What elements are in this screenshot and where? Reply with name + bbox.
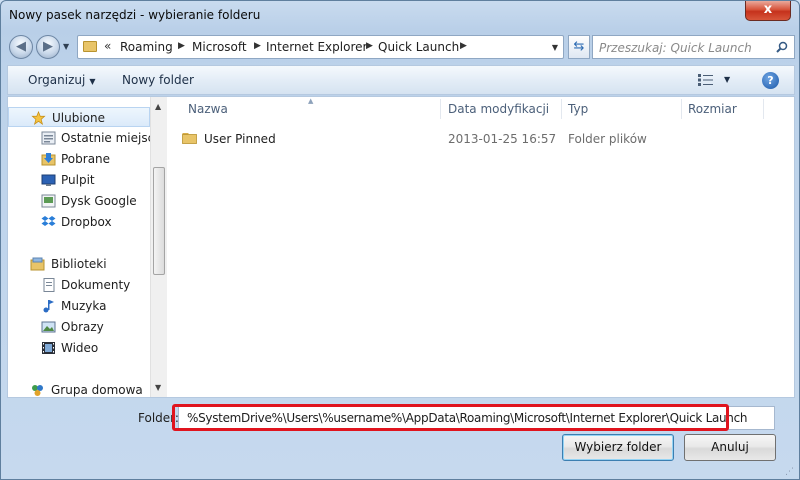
breadcrumb-internet-explorer[interactable]: Internet Explorer: [266, 40, 367, 54]
breadcrumb-quick-launch[interactable]: Quick Launch: [378, 40, 459, 54]
annotation-highlight: [172, 404, 729, 431]
back-button[interactable]: ◀: [9, 35, 33, 59]
column-header-type[interactable]: Typ: [568, 97, 588, 121]
libraries-icon: [30, 257, 45, 271]
select-folder-button[interactable]: Wybierz folder: [562, 434, 674, 461]
file-list: ▲ Nazwa Data modyfikacji Typ Rozmiar Use…: [168, 97, 794, 397]
nav-homegroup-label: Grupa domowa: [51, 383, 143, 397]
search-box[interactable]: Przeszukaj: Quick Launch: [592, 35, 795, 59]
resize-grip-icon[interactable]: ⋰: [785, 467, 794, 477]
video-icon: [42, 342, 55, 354]
back-arrow-icon: ◀: [16, 39, 26, 54]
folder-icon: [83, 41, 97, 52]
window-title: Nowy pasek narzędzi - wybieranie folderu: [9, 8, 261, 22]
close-button[interactable]: x: [745, 1, 791, 21]
desktop-icon: [41, 174, 56, 186]
nav-libraries[interactable]: Biblioteki: [8, 254, 150, 274]
chevron-down-icon[interactable]: ▼: [552, 43, 558, 52]
nav-item-pictures[interactable]: Obrazy: [8, 317, 150, 337]
chevron-down-icon: ▼: [89, 77, 96, 86]
refresh-icon: ⇆: [573, 39, 585, 54]
nav-item-dropbox[interactable]: Dropbox: [8, 212, 150, 232]
new-folder-button[interactable]: Nowy folder: [122, 73, 194, 87]
sort-ascending-icon: ▲: [308, 97, 314, 105]
scroll-up-icon[interactable]: ▲: [155, 102, 161, 111]
nav-item-google-drive[interactable]: Dysk Google: [8, 191, 150, 211]
column-divider[interactable]: [561, 99, 562, 119]
address-overflow[interactable]: «: [104, 39, 111, 53]
column-header-modified[interactable]: Data modyfikacji: [448, 97, 549, 121]
recent-pages-dropdown[interactable]: ▼: [63, 42, 69, 51]
title-bar: Nowy pasek narzędzi - wybieranie folderu…: [1, 1, 799, 31]
chevron-right-icon[interactable]: ▶: [366, 41, 373, 51]
search-icon[interactable]: [776, 41, 788, 53]
search-placeholder: Przeszukaj: Quick Launch: [599, 41, 752, 55]
nav-item-label: Muzyka: [61, 299, 107, 313]
nav-item-label: Pulpit: [61, 173, 95, 187]
cancel-button[interactable]: Anuluj: [684, 434, 776, 461]
nav-item-recent-places[interactable]: Ostatnie miejsca: [8, 128, 162, 148]
help-icon[interactable]: ?: [762, 72, 779, 89]
forward-arrow-icon: ▶: [43, 39, 53, 54]
homegroup-icon: [32, 385, 43, 396]
forward-button[interactable]: ▶: [36, 35, 60, 59]
downloads-icon: [41, 153, 56, 166]
scrollbar-thumb[interactable]: [153, 167, 165, 275]
command-bar: Organizuj ▼ Nowy folder ▼ ?: [7, 65, 795, 95]
column-divider[interactable]: [763, 99, 764, 119]
column-header-name[interactable]: Nazwa: [188, 97, 228, 121]
column-divider[interactable]: [440, 99, 441, 119]
organize-menu[interactable]: Organizuj ▼: [28, 73, 95, 87]
nav-item-label: Ostatnie miejsca: [61, 131, 162, 145]
chevron-down-icon[interactable]: ▼: [724, 75, 730, 84]
nav-item-label: Dysk Google: [61, 194, 137, 208]
nav-homegroup[interactable]: Grupa domowa: [8, 380, 150, 400]
file-type: Folder plików: [568, 132, 647, 146]
table-row[interactable]: User Pinned 2013-01-25 16:57 Folder plik…: [182, 128, 782, 150]
nav-item-label: Wideo: [61, 341, 99, 355]
nav-item-documents[interactable]: Dokumenty: [8, 275, 150, 295]
scroll-down-icon[interactable]: ▼: [155, 383, 161, 392]
nav-favorites[interactable]: Ulubione: [8, 107, 150, 127]
chevron-right-icon[interactable]: ▶: [254, 41, 261, 51]
recent-places-icon: [41, 131, 56, 145]
star-icon: [31, 111, 46, 125]
breadcrumb-microsoft[interactable]: Microsoft: [192, 40, 247, 54]
file-modified: 2013-01-25 16:57: [448, 132, 557, 146]
documents-icon: [43, 278, 55, 292]
nav-item-desktop[interactable]: Pulpit: [8, 170, 150, 190]
organize-label: Organizuj: [28, 73, 86, 87]
chevron-right-icon[interactable]: ▶: [178, 41, 185, 51]
nav-item-label: Obrazy: [61, 320, 104, 334]
column-divider[interactable]: [681, 99, 682, 119]
file-name: User Pinned: [204, 132, 276, 146]
nav-scrollbar[interactable]: ▲ ▼: [150, 97, 167, 397]
breadcrumb-roaming[interactable]: Roaming: [120, 40, 173, 54]
nav-item-video[interactable]: Wideo: [8, 338, 150, 358]
navigation-bar: ◀ ▶ ▼ « Roaming ▶ Microsoft ▶ Internet E…: [7, 33, 795, 61]
folder-icon: [182, 133, 197, 144]
column-header-size[interactable]: Rozmiar: [688, 97, 737, 121]
main-pane: Ulubione Ostatnie miejsca Pobrane Pulpit: [7, 96, 795, 398]
dropbox-icon: [41, 216, 56, 226]
view-options-icon[interactable]: [698, 74, 714, 86]
navigation-pane: Ulubione Ostatnie miejsca Pobrane Pulpit: [8, 97, 167, 400]
nav-item-label: Dokumenty: [61, 278, 131, 292]
pictures-icon: [41, 321, 56, 333]
nav-item-label: Pobrane: [61, 152, 111, 166]
music-icon: [43, 300, 54, 313]
nav-item-music[interactable]: Muzyka: [8, 296, 150, 316]
refresh-button[interactable]: ⇆: [568, 35, 590, 59]
nav-item-downloads[interactable]: Pobrane: [8, 149, 150, 169]
nav-favorites-label: Ulubione: [52, 111, 106, 125]
address-bar[interactable]: « Roaming ▶ Microsoft ▶ Internet Explore…: [77, 35, 564, 59]
dialog-window: Nowy pasek narzędzi - wybieranie folderu…: [0, 0, 800, 480]
chevron-right-icon[interactable]: ▶: [460, 41, 467, 51]
nav-item-label: Dropbox: [61, 215, 112, 229]
google-drive-icon: [41, 194, 56, 208]
nav-libraries-label: Biblioteki: [51, 257, 107, 271]
